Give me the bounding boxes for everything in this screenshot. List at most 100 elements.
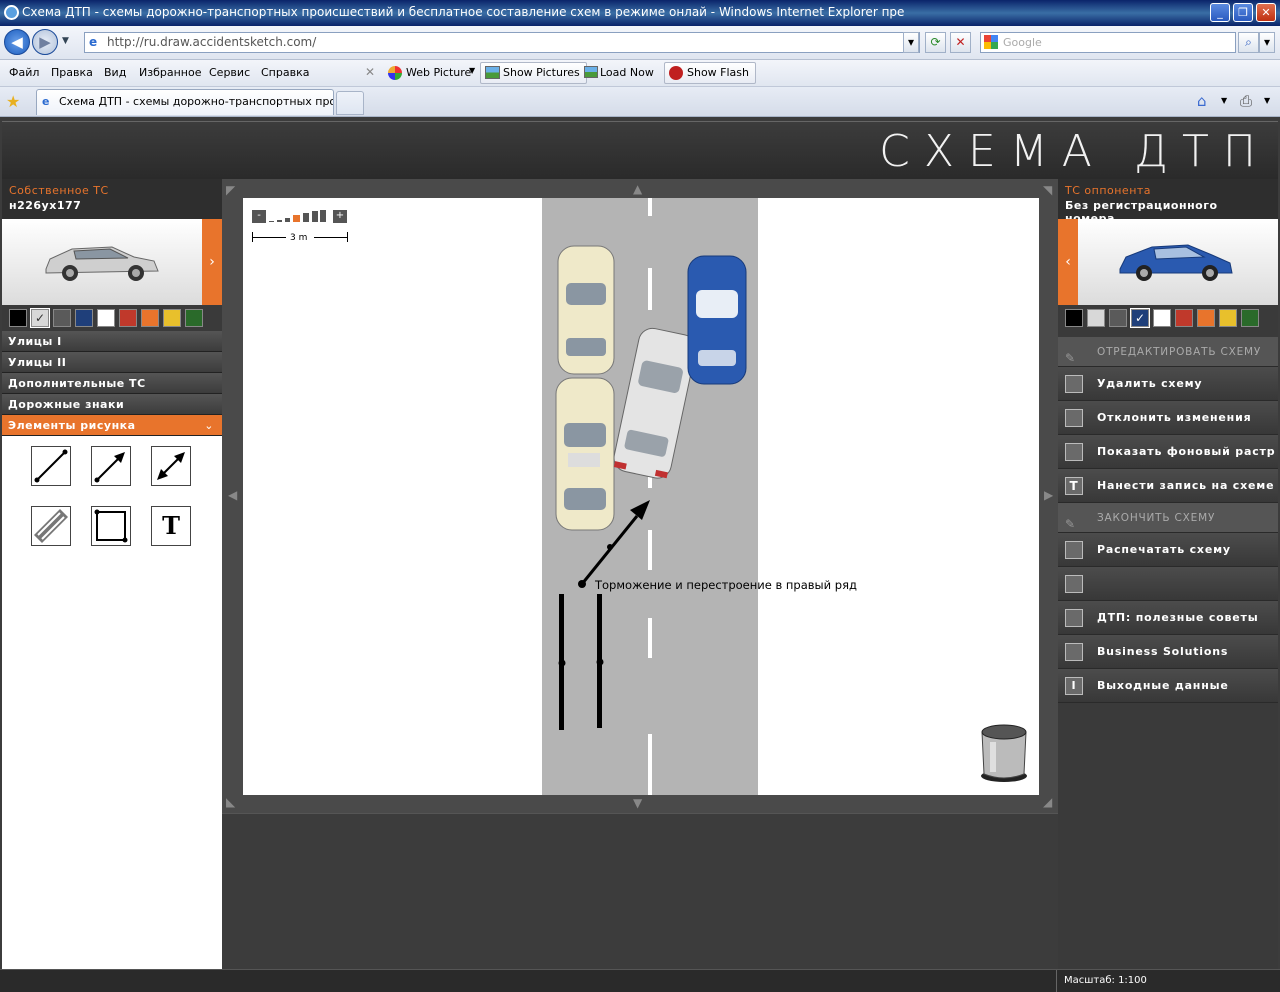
url-input[interactable]: http://ru.draw.accidentsketch.com/ xyxy=(84,32,920,53)
opponent-vehicle-prev-arrow[interactable]: ‹ xyxy=(1058,219,1078,305)
zoom-level-bars[interactable] xyxy=(268,210,332,223)
print-dropdown-icon[interactable]: ▼ xyxy=(1264,96,1270,105)
opponent-color-swatch[interactable]: ✓ xyxy=(1130,308,1150,328)
flash-icon xyxy=(669,66,683,80)
own-color-swatch[interactable] xyxy=(119,309,137,327)
web-picture-icon xyxy=(388,66,402,80)
menu-extra-vehicles[interactable]: Дополнительные ТС xyxy=(2,373,222,394)
opponent-vehicle-preview[interactable]: ‹ xyxy=(1058,219,1278,305)
opponent-color-swatch[interactable] xyxy=(1241,309,1259,327)
menu-streets-1[interactable]: Улицы I xyxy=(2,331,222,352)
car-icon xyxy=(1065,609,1083,627)
right-panel: ТС оппонента Без регистрационного номера… xyxy=(1058,179,1278,969)
hatch-tool[interactable] xyxy=(31,506,71,546)
back-button[interactable]: ◀ xyxy=(4,29,30,55)
favorites-star-icon[interactable]: ★ xyxy=(6,92,20,111)
menu-view[interactable]: Вид xyxy=(104,66,126,79)
delete-sketch-button[interactable]: Удалить схему xyxy=(1058,367,1278,401)
scroll-left-icon[interactable]: ◀ xyxy=(228,488,237,502)
arrow-tool[interactable] xyxy=(91,446,131,486)
business-solutions-button[interactable]: Business Solutions xyxy=(1058,635,1278,669)
add-note-button[interactable]: T Нанести запись на схеме xyxy=(1058,469,1278,503)
grid-icon xyxy=(1065,443,1083,461)
imprint-button[interactable]: I Выходные данные xyxy=(1058,669,1278,703)
opponent-color-swatch[interactable] xyxy=(1065,309,1083,327)
opponent-color-swatch[interactable] xyxy=(1109,309,1127,327)
show-flash-button[interactable]: Show Flash xyxy=(664,62,757,84)
new-tab-button[interactable] xyxy=(336,91,364,115)
list-icon xyxy=(1065,575,1083,593)
print-sketch-button[interactable]: Распечатать схему xyxy=(1058,533,1278,567)
corner-se-icon[interactable]: ◢ xyxy=(1043,795,1052,809)
home-icon[interactable]: ⌂ xyxy=(1197,92,1207,110)
home-dropdown-icon[interactable]: ▼ xyxy=(1221,96,1227,105)
web-picture-button[interactable]: Web Picture xyxy=(406,66,471,79)
refresh-button[interactable]: ⟳ xyxy=(925,32,946,53)
minimize-button[interactable]: _ xyxy=(1210,3,1230,22)
own-color-swatch[interactable] xyxy=(53,309,71,327)
line-tool[interactable] xyxy=(31,446,71,486)
menu-tools[interactable]: Сервис xyxy=(209,66,250,79)
own-vehicle-next-arrow[interactable]: › xyxy=(202,219,222,305)
own-color-swatch[interactable] xyxy=(97,309,115,327)
scroll-right-icon[interactable]: ▶ xyxy=(1044,488,1053,502)
close-button[interactable]: ✕ xyxy=(1256,3,1276,22)
edit-sketch-header-label: ОТРЕДАКТИРОВАТЬ СХЕМУ xyxy=(1097,346,1262,358)
url-dropdown-button[interactable]: ▾ xyxy=(903,32,919,53)
rectangle-tool[interactable] xyxy=(91,506,131,546)
menu-drawing-elements[interactable]: Элементы рисунка ⌄ xyxy=(2,415,222,436)
undo-changes-label: Отклонить изменения xyxy=(1097,411,1252,424)
zoom-out-button[interactable]: - xyxy=(252,210,266,223)
sketch-annotation-text[interactable]: Торможение и перестроение в правый ряд xyxy=(595,578,857,592)
load-now-button[interactable]: Load Now xyxy=(600,66,654,79)
menu-favorites[interactable]: Избранное xyxy=(139,66,201,79)
own-color-swatch[interactable] xyxy=(141,309,159,327)
maximize-button[interactable]: ❐ xyxy=(1233,3,1253,22)
double-arrow-tool[interactable] xyxy=(151,446,191,486)
tab-active[interactable]: e Схема ДТП - схемы дорожно-транспортных… xyxy=(36,89,334,115)
text-tool[interactable]: T xyxy=(151,506,191,546)
blank-menu-button[interactable] xyxy=(1058,567,1278,601)
menu-streets-2[interactable]: Улицы II xyxy=(2,352,222,373)
opponent-color-swatch[interactable] xyxy=(1219,309,1237,327)
scroll-down-icon[interactable]: ▼ xyxy=(633,796,642,810)
menu-edit[interactable]: Правка xyxy=(51,66,93,79)
search-button[interactable]: ⌕ xyxy=(1238,32,1259,53)
own-vehicle-preview[interactable]: › xyxy=(2,219,222,305)
toolbar-close-icon[interactable]: ✕ xyxy=(365,65,375,79)
corner-ne-icon[interactable]: ◥ xyxy=(1043,183,1052,197)
own-color-swatch[interactable] xyxy=(9,309,27,327)
own-color-swatch[interactable]: ✓ xyxy=(30,308,50,328)
history-dropdown-icon[interactable]: ▼ xyxy=(62,36,69,46)
opponent-color-swatch[interactable] xyxy=(1197,309,1215,327)
road-markings-and-vehicles xyxy=(555,198,747,795)
search-options-button[interactable]: ▾ xyxy=(1259,32,1275,53)
blue-car-icon xyxy=(687,255,747,385)
undo-changes-button[interactable]: Отклонить изменения xyxy=(1058,401,1278,435)
zoom-in-button[interactable]: + xyxy=(333,210,347,223)
tips-button[interactable]: ДТП: полезные советы xyxy=(1058,601,1278,635)
show-pictures-button[interactable]: Show Pictures xyxy=(480,62,587,84)
opponent-color-swatch[interactable] xyxy=(1087,309,1105,327)
corner-sw-icon[interactable]: ◣ xyxy=(226,795,235,809)
lane-dashes xyxy=(648,198,652,795)
own-color-swatch[interactable] xyxy=(185,309,203,327)
own-color-swatch[interactable] xyxy=(163,309,181,327)
corner-nw-icon[interactable]: ◤ xyxy=(226,183,235,197)
scroll-up-icon[interactable]: ▲ xyxy=(633,182,642,196)
opponent-color-swatch[interactable] xyxy=(1175,309,1193,327)
menu-help[interactable]: Справка xyxy=(261,66,309,79)
menu-road-signs[interactable]: Дорожные знаки xyxy=(2,394,222,415)
menu-file[interactable]: Файл xyxy=(9,66,39,79)
own-color-swatch[interactable] xyxy=(75,309,93,327)
stop-button[interactable]: ✕ xyxy=(950,32,971,53)
forward-button[interactable]: ▶ xyxy=(32,29,58,55)
opponent-vehicle-label-box: ТС оппонента Без регистрационного номера xyxy=(1058,179,1278,225)
tab-label: Схема ДТП - схемы дорожно-транспортных п… xyxy=(59,95,334,108)
trash-bin-icon[interactable] xyxy=(978,722,1030,784)
print-icon[interactable]: ⎙ xyxy=(1240,92,1252,110)
opponent-color-swatch[interactable] xyxy=(1153,309,1171,327)
web-picture-dropdown-icon[interactable]: ▼ xyxy=(469,66,475,75)
search-input[interactable]: Google xyxy=(980,32,1236,53)
show-raster-button[interactable]: Показать фоновый растр xyxy=(1058,435,1278,469)
